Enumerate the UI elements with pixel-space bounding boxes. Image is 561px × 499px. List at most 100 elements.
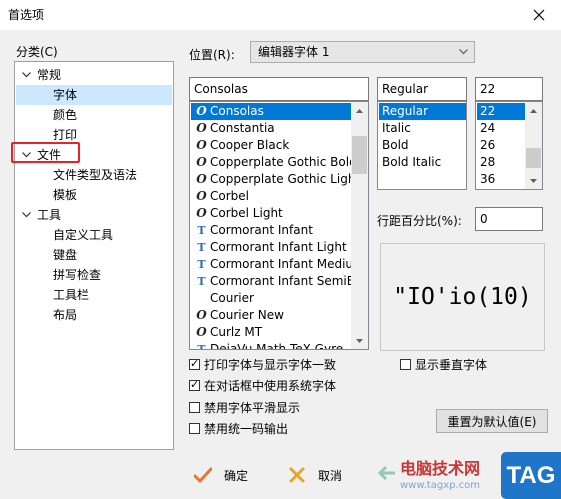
category-tree[interactable]: 常规 字体 颜色 打印 文件 文件类型及语法 模板 工具 自定义工具 键盘 拼写检查 工具栏 布局 xyxy=(14,61,174,450)
font-list-item[interactable]: O Courier New xyxy=(191,307,351,324)
cancel-button[interactable]: 取消 xyxy=(288,463,342,487)
checkbox-box[interactable] xyxy=(189,423,200,434)
style-list-item[interactable]: Regular xyxy=(379,103,466,120)
font-list-item[interactable]: T Cormorant Infant SemiBold xyxy=(191,273,368,290)
line-spacing-input[interactable]: 0 xyxy=(475,207,543,231)
tree-item[interactable]: 文件类型及语法 xyxy=(16,165,172,185)
font-name: Cormorant Infant Medium xyxy=(210,257,365,271)
font-name: Courier New xyxy=(210,308,284,322)
opentype-icon: O xyxy=(196,104,207,118)
title-bar: 首选项 xyxy=(0,0,561,30)
font-list-item[interactable]: O Cooper Black xyxy=(191,137,351,154)
checkbox-box[interactable] xyxy=(400,358,411,370)
scroll-thumb[interactable] xyxy=(352,136,367,174)
position-dropdown[interactable]: 编辑器字体 1 xyxy=(250,41,475,63)
font-style-input[interactable]: Regular xyxy=(377,77,467,101)
style-list-item[interactable]: Italic xyxy=(379,120,466,137)
font-list-item[interactable]: T Cormorant Infant Light xyxy=(191,239,351,256)
style-list-item[interactable]: Bold xyxy=(379,137,466,154)
size-list-item[interactable]: 24 xyxy=(477,120,526,137)
category-label: 分类(C) xyxy=(16,45,58,59)
font-name: Cormorant Infant Light xyxy=(210,240,347,254)
scroll-thumb[interactable] xyxy=(526,148,541,168)
checkbox-box[interactable] xyxy=(189,357,200,370)
font-name-input[interactable]: Consolas xyxy=(189,77,369,101)
font-list-item[interactable]: O Constantia xyxy=(191,120,351,137)
size-list-item[interactable]: 22 xyxy=(477,103,526,120)
size-list-scrollbar[interactable] xyxy=(525,102,542,189)
tree-group-2[interactable]: 工具 xyxy=(15,205,173,225)
font-list-item[interactable]: Courier xyxy=(191,290,351,307)
truetype-icon: T xyxy=(197,224,206,237)
option-checkbox[interactable]: 禁用字体平滑显示 xyxy=(189,398,300,416)
ok-button[interactable]: 确定 xyxy=(194,463,248,487)
opentype-icon: O xyxy=(196,121,207,135)
ok-label: 确定 xyxy=(224,468,249,483)
truetype-icon: T xyxy=(197,241,206,254)
tree-item[interactable]: 颜色 xyxy=(16,105,172,125)
font-size-input[interactable]: 22 xyxy=(475,77,543,101)
truetype-icon: T xyxy=(197,275,206,288)
vertical-font-checkbox[interactable]: 显示垂直字体 xyxy=(400,355,487,373)
checkbox-box[interactable] xyxy=(189,378,200,391)
font-list-item[interactable]: O Copperplate Gothic Light xyxy=(191,171,360,188)
vertical-font-label: 显示垂直字体 xyxy=(415,357,488,372)
tree-item[interactable]: 工具栏 xyxy=(16,285,172,305)
size-list-item[interactable]: 36 xyxy=(477,171,526,188)
font-name: Constantia xyxy=(210,121,275,135)
scroll-up-icon[interactable] xyxy=(351,102,368,119)
tree-item[interactable]: 拼写检查 xyxy=(16,265,172,285)
option-checkbox[interactable]: 禁用统一码输出 xyxy=(189,420,288,438)
chevron-down-icon[interactable] xyxy=(21,205,31,225)
font-list-scrollbar[interactable] xyxy=(351,102,368,349)
font-style-list[interactable]: Regular Italic Bold Bold Italic xyxy=(377,101,467,190)
font-list-item[interactable]: T Cormorant Infant xyxy=(191,222,351,239)
checkbox-box[interactable] xyxy=(189,401,200,413)
preview-text: "IO'io(10) xyxy=(393,284,532,310)
font-list-item[interactable]: O Corbel xyxy=(191,188,351,205)
tree-item-label: 模板 xyxy=(53,188,78,202)
size-value: 24 xyxy=(480,121,496,135)
tree-item[interactable]: 自定义工具 xyxy=(16,225,172,245)
font-size-list[interactable]: 36 28 26 24 22 xyxy=(475,101,543,190)
size-list-item[interactable]: 28 xyxy=(477,154,526,171)
font-preview: "IO'io(10) xyxy=(380,243,545,351)
font-list-item[interactable]: O Curlz MT xyxy=(191,324,351,341)
scroll-up-icon[interactable] xyxy=(525,102,542,119)
tree-group-0[interactable]: 常规 xyxy=(15,65,173,85)
tree-item[interactable]: 字体 xyxy=(16,85,172,105)
font-name: Curlz MT xyxy=(210,325,263,339)
style-list-item[interactable]: Bold Italic xyxy=(379,154,466,171)
option-checkbox[interactable]: 在对话框中使用系统字体 xyxy=(189,377,336,395)
tree-item-label: 字体 xyxy=(53,88,78,102)
cancel-icon xyxy=(289,467,305,483)
font-list-item[interactable]: T DejaVu Math TeX Gyre xyxy=(191,341,351,349)
option-checkbox[interactable]: 打印字体与显示字体一致 xyxy=(189,355,336,373)
opentype-icon: O xyxy=(196,138,207,152)
tree-item[interactable]: 模板 xyxy=(16,185,172,205)
position-value: 编辑器字体 1 xyxy=(258,45,330,59)
tree-item[interactable]: 键盘 xyxy=(16,245,172,265)
option-label: 在对话框中使用系统字体 xyxy=(204,379,337,393)
font-name: Courier xyxy=(210,291,254,305)
reset-default-button[interactable]: 重置为默认值(E) xyxy=(436,409,548,433)
font-name: Corbel Light xyxy=(210,206,283,220)
scroll-down-icon[interactable] xyxy=(525,172,542,189)
window-title: 首选项 xyxy=(8,8,45,22)
opentype-icon: O xyxy=(196,206,207,220)
tree-item[interactable]: 布局 xyxy=(16,305,172,325)
close-button[interactable] xyxy=(517,0,561,30)
opentype-icon: O xyxy=(196,325,207,339)
size-value: 36 xyxy=(480,172,496,186)
chevron-down-icon[interactable] xyxy=(21,65,31,85)
font-list-item[interactable]: O Consolas xyxy=(191,103,351,120)
tree-item-label: 键盘 xyxy=(53,248,78,262)
chevron-down-icon xyxy=(459,49,468,55)
font-list[interactable]: T DejaVu Math TeX Gyre O Curlz MT O Courier N… xyxy=(189,101,369,350)
size-list-item[interactable]: 26 xyxy=(477,137,526,154)
scroll-down-icon[interactable] xyxy=(351,332,368,349)
option-label: 打印字体与显示字体一致 xyxy=(204,357,337,372)
font-list-item[interactable]: T Cormorant Infant Medium xyxy=(191,256,364,273)
font-list-item[interactable]: O Copperplate Gothic Bold xyxy=(191,154,356,171)
font-list-item[interactable]: O Corbel Light xyxy=(191,205,351,222)
